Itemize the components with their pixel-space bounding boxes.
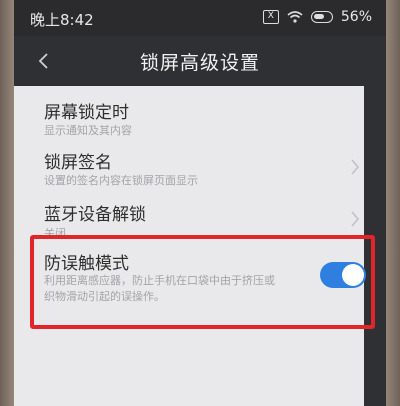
chevron-right-icon: [351, 159, 360, 175]
setting-title: 蓝牙设备解锁: [44, 205, 146, 225]
sim-icon: X: [262, 10, 279, 24]
setting-subtitle: 设置的签名内容在锁屏页面显示: [44, 174, 198, 187]
highlight-annotation-box: [30, 235, 375, 329]
page-title: 锁屏高级设置: [139, 52, 260, 74]
battery-percent: 56%: [340, 9, 372, 25]
wifi-icon: [287, 11, 303, 23]
setting-title: 锁屏签名: [44, 153, 112, 173]
setting-subtitle: 显示通知及其内容: [44, 124, 132, 137]
status-icons: X 56%: [262, 9, 372, 25]
setting-title: 屏幕锁定时: [44, 103, 129, 123]
chevron-right-icon: [351, 211, 360, 227]
battery-icon: [310, 11, 333, 23]
device-frame-right: [384, 0, 400, 406]
setting-screen-lock-time[interactable]: 屏幕锁定时 显示通知及其内容: [14, 94, 364, 137]
status-time: 晚上8:42: [30, 11, 94, 29]
setting-lockscreen-signature[interactable]: 锁屏签名 设置的签名内容在锁屏页面显示: [14, 146, 364, 190]
status-bar: 晚上8:42 X 56%: [14, 0, 386, 36]
header-bar: 锁屏高级设置: [14, 36, 386, 86]
